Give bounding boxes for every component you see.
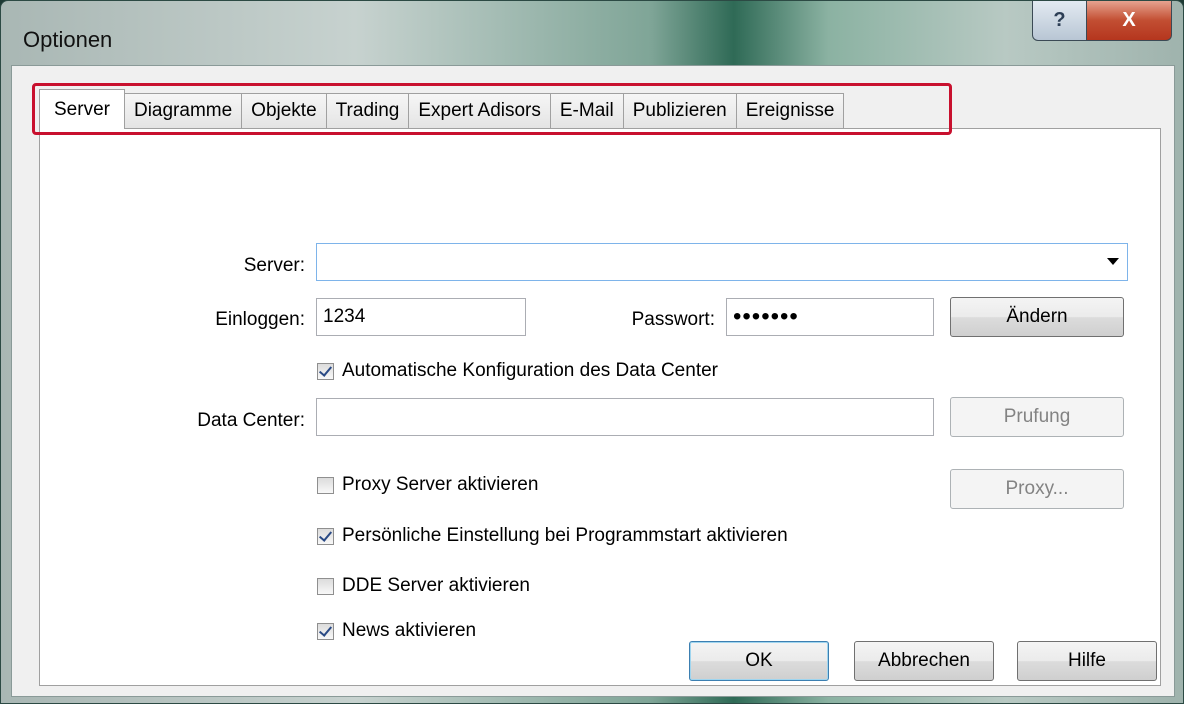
news-label: News aktivieren	[342, 620, 477, 641]
proxy-enable-checkbox[interactable]: Proxy Server aktivieren	[317, 474, 538, 496]
proxy-button[interactable]: Proxy...	[950, 469, 1124, 509]
checkbox-checked-icon	[317, 527, 334, 545]
close-icon: X	[1122, 9, 1136, 31]
server-tab-panel: Server: Einloggen: 1234 Passwort: ••••••…	[39, 128, 1161, 686]
proxy-enable-label: Proxy Server aktivieren	[342, 474, 539, 495]
login-label: Einloggen:	[215, 309, 305, 330]
cancel-button[interactable]: Abbrechen	[854, 641, 994, 681]
checkbox-checked-icon	[317, 622, 334, 640]
dde-server-label: DDE Server aktivieren	[342, 575, 530, 596]
checkbox-unchecked-icon	[317, 476, 334, 494]
checkbox-unchecked-icon	[317, 577, 334, 595]
help-button[interactable]: Hilfe	[1017, 641, 1157, 681]
auto-config-checkbox[interactable]: Automatische Konfiguration des Data Cent…	[317, 360, 718, 382]
tab-strip: Server Diagramme Objekte Trading Expert …	[39, 89, 845, 129]
dialog-body: Server Diagramme Objekte Trading Expert …	[11, 65, 1175, 697]
personal-settings-checkbox[interactable]: Persönliche Einstellung bei Programmstar…	[317, 525, 788, 547]
datacenter-label: Data Center:	[197, 410, 305, 431]
help-title-button[interactable]: ?	[1032, 1, 1087, 41]
news-checkbox[interactable]: News aktivieren	[317, 620, 476, 642]
tab-publizieren[interactable]: Publizieren	[623, 93, 737, 129]
close-button[interactable]: X	[1086, 1, 1172, 41]
ok-button[interactable]: OK	[689, 641, 829, 681]
server-combobox[interactable]	[316, 243, 1128, 281]
password-input[interactable]: •••••••	[726, 298, 934, 336]
question-icon: ?	[1053, 9, 1066, 31]
checkbox-checked-icon	[317, 362, 334, 380]
server-label: Server:	[243, 255, 305, 276]
login-value: 1234	[323, 306, 366, 327]
options-dialog: Optionen ? X Server Diagramme Objekte Tr…	[0, 0, 1184, 704]
password-value: •••••••	[733, 303, 799, 330]
personal-settings-label: Persönliche Einstellung bei Programmstar…	[342, 525, 788, 546]
dde-server-checkbox[interactable]: DDE Server aktivieren	[317, 575, 530, 597]
tab-ereignisse[interactable]: Ereignisse	[736, 93, 845, 129]
chevron-down-icon[interactable]	[1107, 258, 1119, 265]
tab-objekte[interactable]: Objekte	[242, 93, 327, 129]
datacenter-input[interactable]	[316, 398, 934, 436]
tab-diagramme[interactable]: Diagramme	[124, 93, 243, 129]
tab-email[interactable]: E-Mail	[550, 93, 624, 129]
login-input[interactable]: 1234	[316, 298, 526, 336]
tab-server[interactable]: Server	[39, 89, 125, 129]
change-button[interactable]: Ändern	[950, 297, 1124, 337]
dialog-title: Optionen	[23, 27, 113, 52]
tab-expert-advisors[interactable]: Expert Adisors	[409, 93, 551, 129]
check-button[interactable]: Prufung	[950, 397, 1124, 437]
tab-trading[interactable]: Trading	[326, 93, 410, 129]
title-bar[interactable]: Optionen ? X	[1, 1, 1183, 67]
password-label: Passwort:	[631, 309, 715, 330]
auto-config-label: Automatische Konfiguration des Data Cent…	[342, 360, 718, 381]
